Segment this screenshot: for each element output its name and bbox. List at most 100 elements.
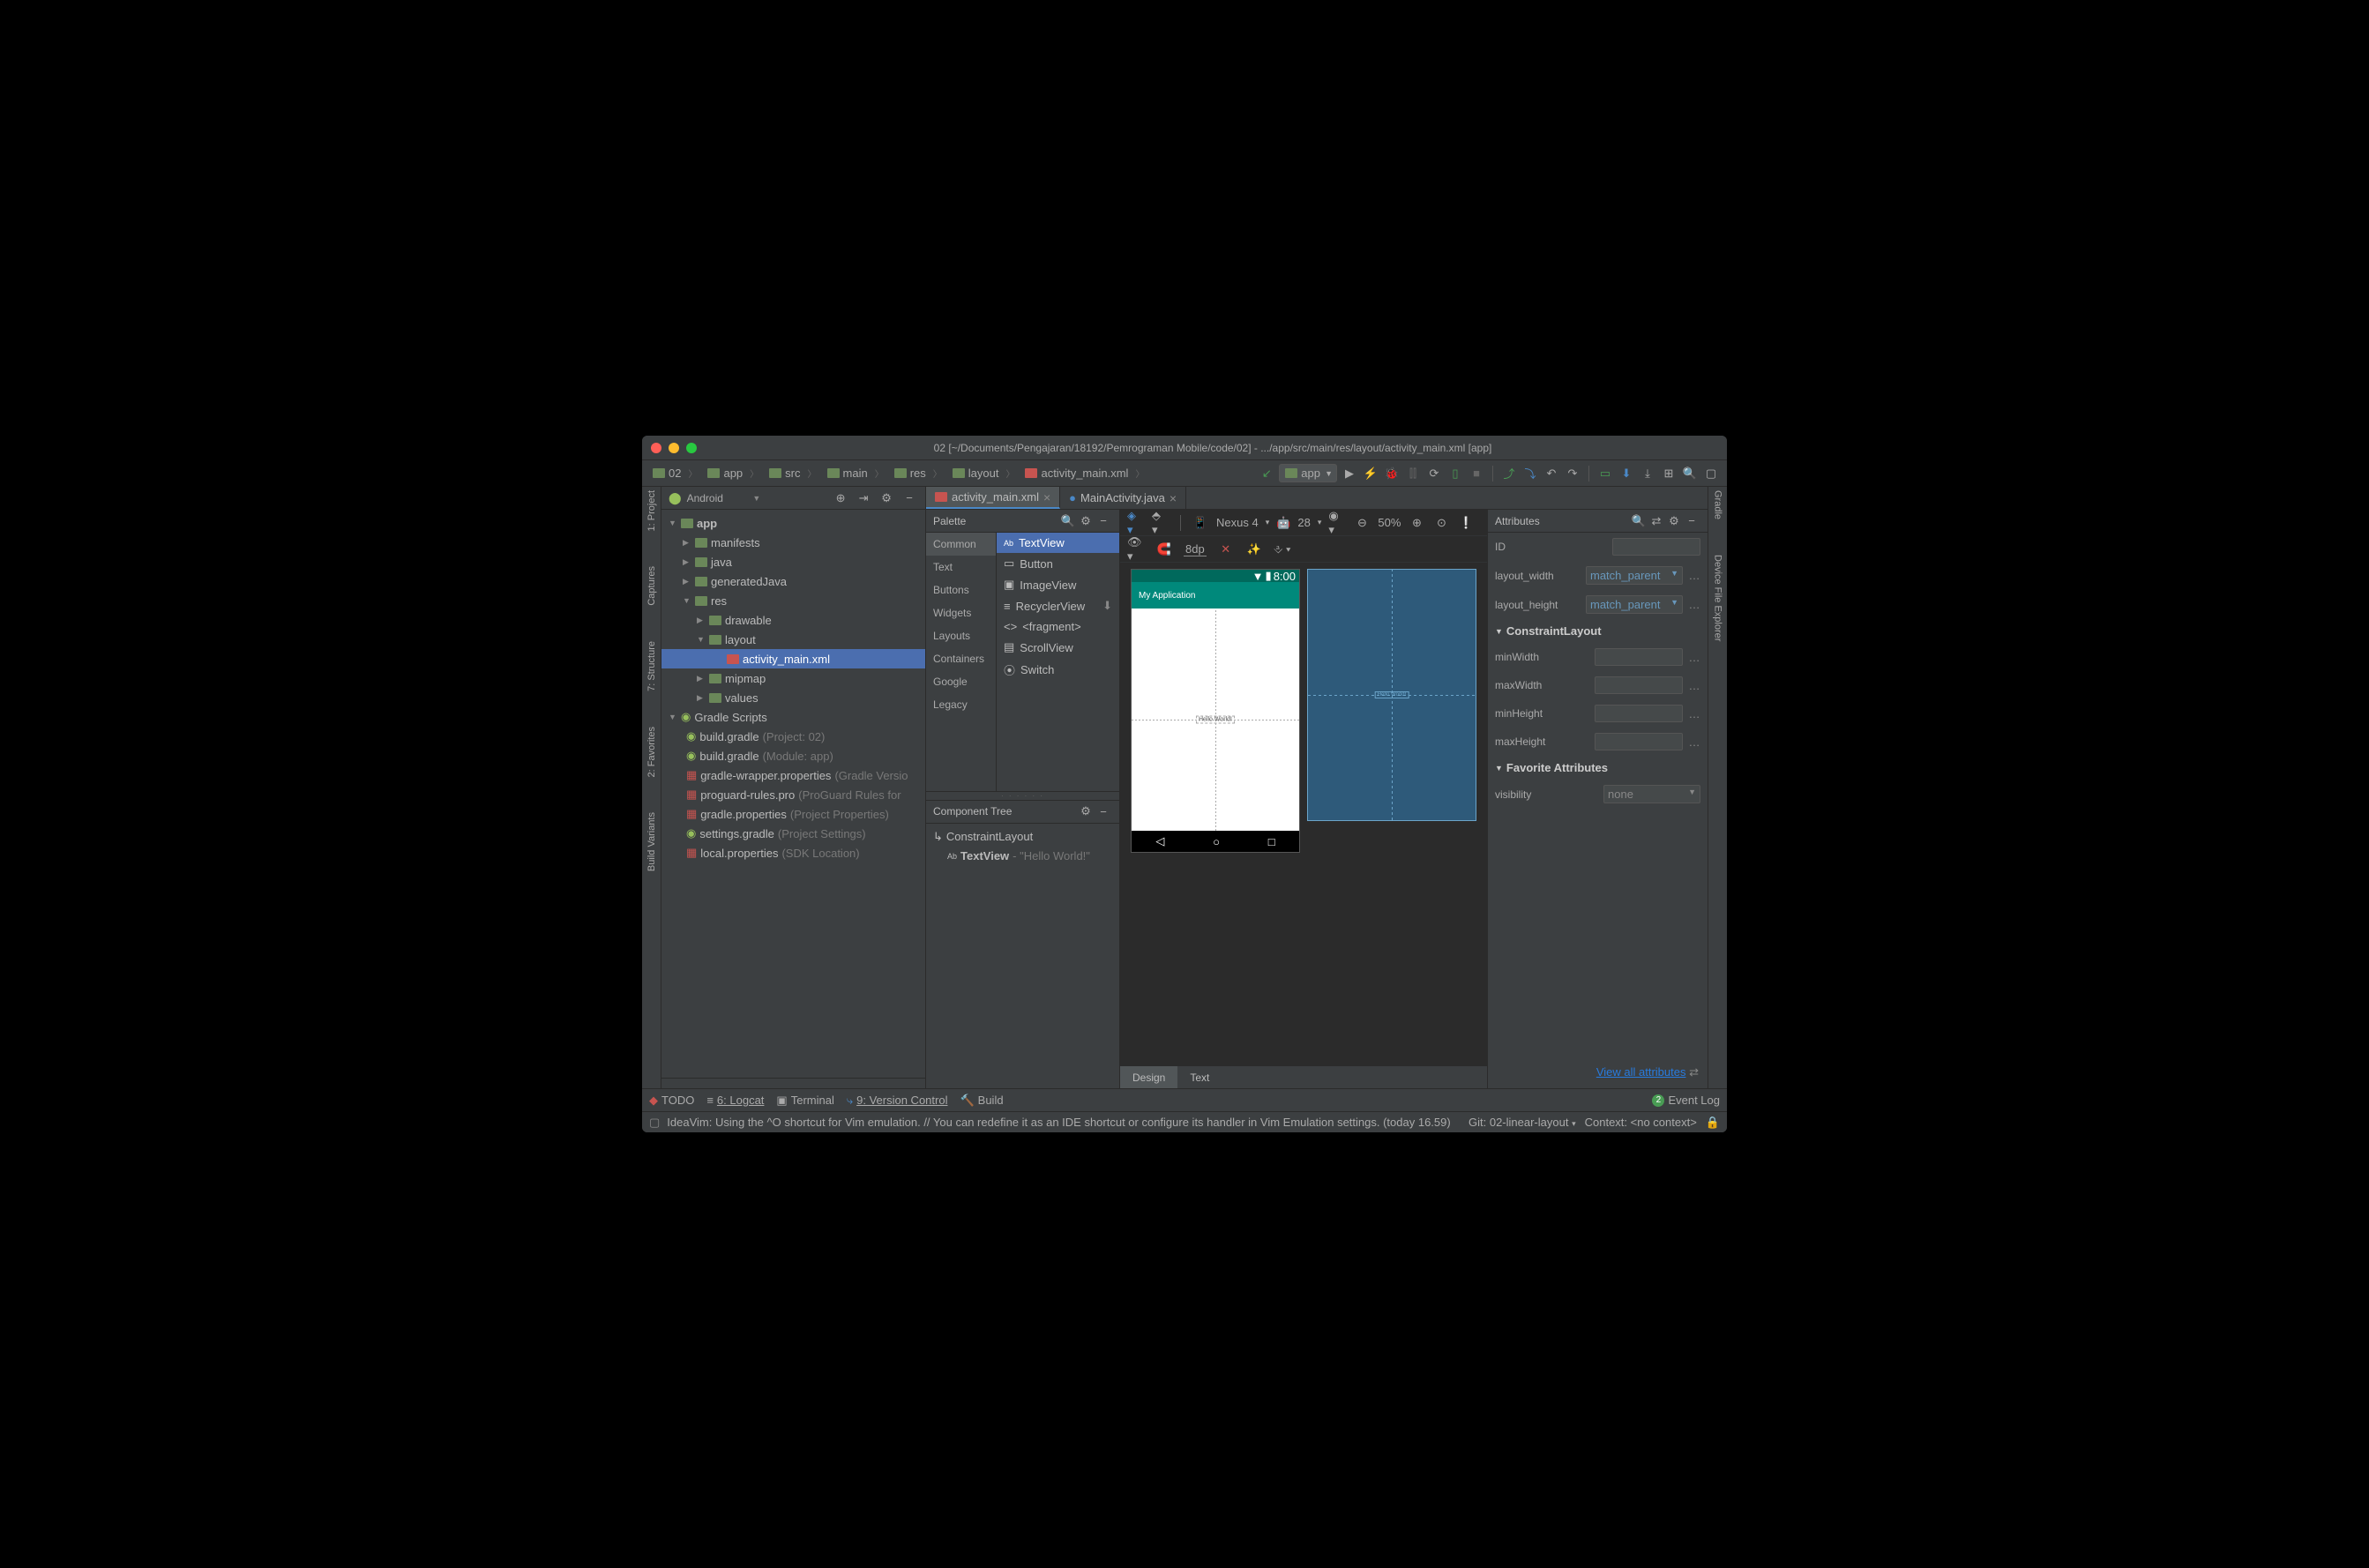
- run-button[interactable]: ▶: [1341, 465, 1358, 482]
- git-branch[interactable]: Git: 02-linear-layout ▾: [1468, 1116, 1576, 1129]
- dropdown-icon[interactable]: ▼: [752, 494, 760, 503]
- gradle-tool[interactable]: Gradle: [1713, 490, 1723, 519]
- structure-tool[interactable]: 7: Structure: [646, 641, 657, 691]
- palette-item-imageview[interactable]: ▣ImageView: [997, 574, 1119, 595]
- more-button[interactable]: …: [1688, 598, 1700, 611]
- vcs-button[interactable]: ⤴: [1500, 465, 1518, 482]
- close-icon[interactable]: ×: [1170, 491, 1177, 505]
- context-label[interactable]: Context: <no context>: [1585, 1116, 1697, 1129]
- lock-icon[interactable]: 🔒: [1706, 1116, 1720, 1130]
- tree-node-build-gradle-module[interactable]: ◉build.gradle (Module: app): [661, 746, 925, 765]
- hello-textview[interactable]: Hello World!: [1196, 716, 1235, 724]
- palette-cat-buttons[interactable]: Buttons: [926, 579, 996, 601]
- tree-node-java[interactable]: ▶java: [661, 552, 925, 571]
- project-tool[interactable]: 1: Project: [646, 490, 657, 531]
- swap-icon[interactable]: ⇄: [1648, 512, 1665, 530]
- logcat-tool[interactable]: ≡6: Logcat: [706, 1094, 764, 1107]
- device-preview[interactable]: ▼▮8:00 My Application Hello World! ◁ ○ □: [1132, 570, 1299, 852]
- palette-cat-containers[interactable]: Containers: [926, 647, 996, 670]
- tree-node-build-gradle-project[interactable]: ◉build.gradle (Project: 02): [661, 727, 925, 746]
- hide-button[interactable]: −: [1095, 803, 1112, 820]
- phone-body[interactable]: Hello World!: [1132, 609, 1299, 831]
- coverage-button[interactable]: ⟳: [1425, 465, 1443, 482]
- stop-button[interactable]: ■: [1468, 465, 1485, 482]
- minimize-window[interactable]: [669, 443, 679, 453]
- sdk-button[interactable]: ⬇: [1618, 465, 1635, 482]
- tab-main-activity[interactable]: ●MainActivity.java×: [1060, 487, 1186, 509]
- tree-node-values[interactable]: ▶values: [661, 688, 925, 707]
- settings-icon[interactable]: ⚙: [1665, 512, 1683, 530]
- apply-changes-button[interactable]: ⚡: [1362, 465, 1379, 482]
- palette-item-textview[interactable]: AbTextView: [997, 533, 1119, 553]
- visibility-select[interactable]: none ▼: [1603, 785, 1700, 803]
- download-icon[interactable]: ⬇: [1102, 599, 1112, 613]
- device-icon[interactable]: 📱: [1192, 514, 1209, 532]
- default-margin[interactable]: 8dp: [1184, 542, 1207, 556]
- view-options-button[interactable]: 👁 ▾: [1127, 541, 1145, 558]
- project-tree[interactable]: ▼app ▶manifests ▶java ▶generatedJava ▼re…: [661, 510, 925, 1078]
- text-tab[interactable]: Text: [1177, 1066, 1222, 1088]
- layout-height-select[interactable]: match_parent ▼: [1586, 595, 1683, 614]
- breadcrumb[interactable]: layout: [949, 465, 1019, 482]
- project-view-label[interactable]: Android: [687, 492, 748, 504]
- maxheight-input[interactable]: [1595, 733, 1683, 750]
- locate-button[interactable]: ⊕: [832, 489, 849, 507]
- tree-node-res[interactable]: ▼res: [661, 591, 925, 610]
- breadcrumb[interactable]: activity_main.xml: [1021, 465, 1147, 482]
- vcs-history-button[interactable]: ↶: [1543, 465, 1560, 482]
- tree-node-settings-gradle[interactable]: ◉settings.gradle (Project Settings): [661, 824, 925, 843]
- breadcrumb[interactable]: src: [766, 465, 819, 482]
- layout-width-select[interactable]: match_parent ▼: [1586, 566, 1683, 585]
- vcs-tool[interactable]: ⤷9: Version Control: [847, 1094, 948, 1108]
- run-config-select[interactable]: app▼: [1279, 464, 1337, 482]
- magnet-button[interactable]: 🧲: [1155, 541, 1173, 558]
- profile-button[interactable]: ⫿⫿: [1404, 465, 1422, 482]
- debug-button[interactable]: 🐞: [1383, 465, 1401, 482]
- favorites-tool[interactable]: 2: Favorites: [646, 727, 657, 777]
- tree-node-gradle-scripts[interactable]: ▼◉Gradle Scripts: [661, 707, 925, 727]
- clear-constraints-button[interactable]: ✕: [1217, 541, 1235, 558]
- view-all-link[interactable]: View all attributes: [1596, 1065, 1686, 1079]
- align-button[interactable]: ⎀ ▾: [1274, 541, 1291, 558]
- breadcrumb[interactable]: res: [891, 465, 945, 482]
- build-variants-tool[interactable]: Build Variants: [646, 812, 657, 871]
- structure-button[interactable]: ⊞: [1660, 465, 1678, 482]
- attach-button[interactable]: ▯: [1446, 465, 1464, 482]
- minwidth-input[interactable]: [1595, 648, 1683, 666]
- tree-node-layout[interactable]: ▼layout: [661, 630, 925, 649]
- vcs-revert-button[interactable]: ↷: [1564, 465, 1581, 482]
- component-textview[interactable]: AbTextView- "Hello World!": [926, 847, 1119, 866]
- more-button[interactable]: …: [1688, 735, 1700, 749]
- theme-button[interactable]: ◉ ▾: [1328, 514, 1346, 532]
- tree-node-drawable[interactable]: ▶drawable: [661, 610, 925, 630]
- palette-cat-widgets[interactable]: Widgets: [926, 601, 996, 624]
- split-handle[interactable]: · · · · · ·: [926, 792, 1119, 801]
- build-tool[interactable]: 🔨Build: [960, 1094, 1003, 1108]
- settings-icon[interactable]: ⚙: [1077, 803, 1095, 820]
- tree-node-gradle-props[interactable]: ▦gradle.properties (Project Properties): [661, 804, 925, 824]
- close-icon[interactable]: ×: [1043, 490, 1050, 504]
- tree-node-app[interactable]: ▼app: [661, 513, 925, 533]
- zoom-in-button[interactable]: ⊕: [1408, 514, 1425, 532]
- view-mode-button[interactable]: ◈ ▾: [1127, 514, 1145, 532]
- device-select[interactable]: Nexus 4: [1216, 516, 1259, 529]
- device-explorer-tool[interactable]: Device File Explorer: [1713, 555, 1723, 641]
- tree-node-local-props[interactable]: ▦local.properties (SDK Location): [661, 843, 925, 862]
- blueprint-preview[interactable]: Hello World!: [1308, 570, 1476, 820]
- avd-button[interactable]: ▭: [1596, 465, 1614, 482]
- palette-item-recyclerview[interactable]: ≡RecyclerView⬇: [997, 595, 1119, 616]
- breadcrumb[interactable]: main: [824, 465, 887, 482]
- close-window[interactable]: [651, 443, 661, 453]
- palette-cat-google[interactable]: Google: [926, 670, 996, 693]
- project-scrollbar[interactable]: [661, 1078, 925, 1088]
- vcs-update-button[interactable]: ⤵: [1521, 465, 1539, 482]
- tree-node-mipmap[interactable]: ▶mipmap: [661, 668, 925, 688]
- component-tree[interactable]: ↳ConstraintLayout AbTextView- "Hello Wor…: [926, 824, 1119, 1089]
- palette-cat-legacy[interactable]: Legacy: [926, 693, 996, 716]
- id-input[interactable]: [1612, 538, 1700, 556]
- component-constraint-layout[interactable]: ↳ConstraintLayout: [926, 827, 1119, 847]
- sync-button[interactable]: ⤓: [1639, 465, 1656, 482]
- infer-constraints-button[interactable]: ✨: [1245, 541, 1263, 558]
- tree-node-proguard[interactable]: ▦proguard-rules.pro (ProGuard Rules for: [661, 785, 925, 804]
- settings-icon[interactable]: ⚙: [1077, 512, 1095, 530]
